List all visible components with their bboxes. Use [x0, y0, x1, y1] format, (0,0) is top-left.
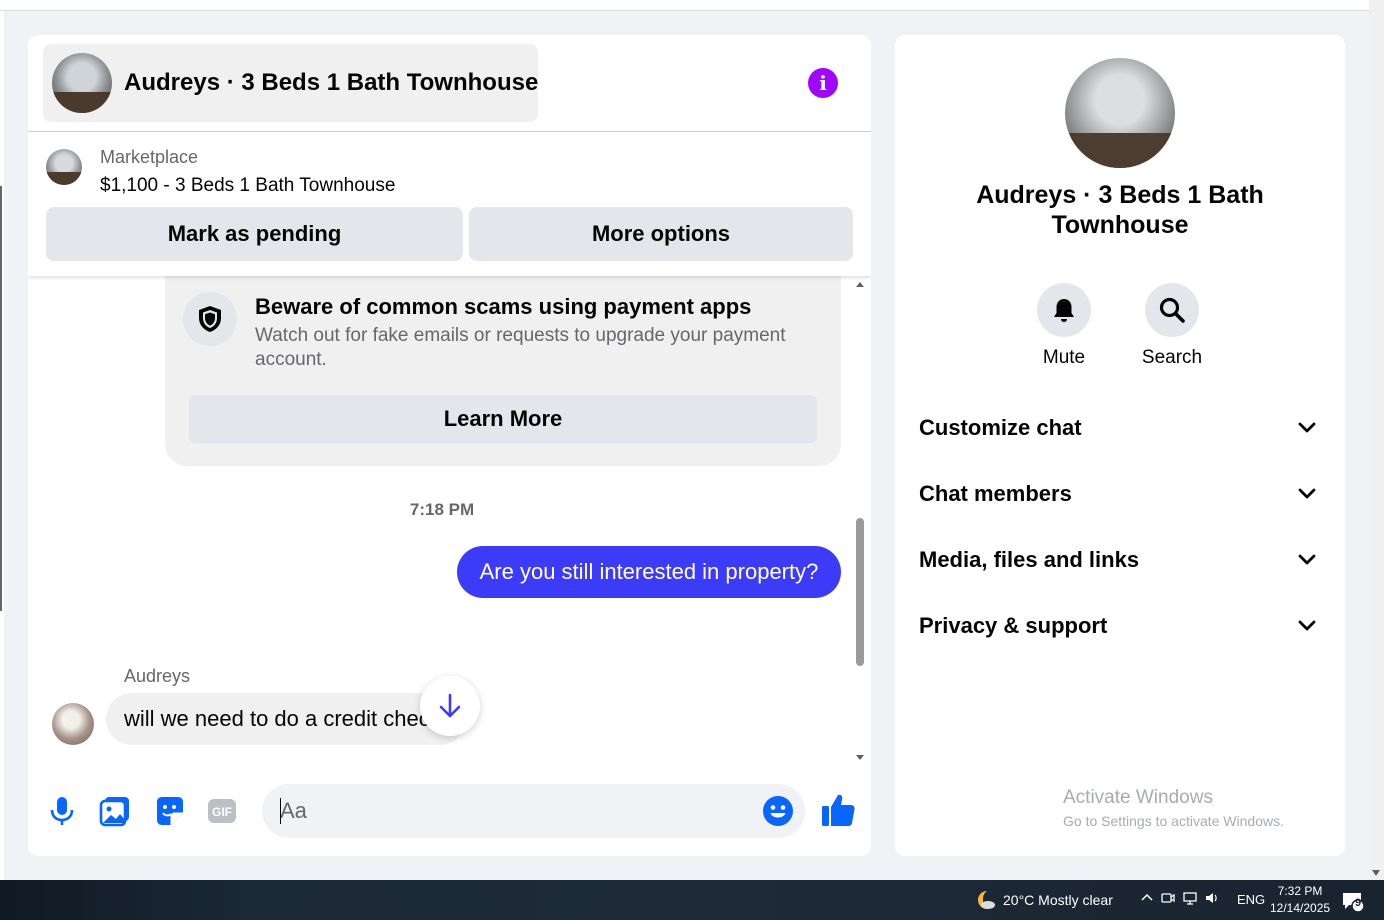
scam-warning-title: Beware of common scams using payment app… — [255, 294, 752, 319]
section-chat-members[interactable]: Chat members — [919, 474, 1321, 514]
notification-count: 9 — [1354, 897, 1362, 909]
moon-cloud-icon[interactable] — [972, 888, 996, 912]
browser-top-bar — [0, 0, 1369, 11]
scroll-to-bottom-button[interactable] — [420, 676, 480, 736]
scrollbar-thumb[interactable] — [856, 518, 864, 666]
scroll-down-arrow-icon[interactable] — [1372, 870, 1380, 876]
network-icon[interactable] — [1182, 891, 1198, 905]
scam-warning-card: Beware of common scams using payment app… — [165, 266, 841, 466]
sender-name: Audreys — [124, 666, 191, 686]
info-conversation-name: Audreys · 3 Beds 1 Bath Townhouse — [976, 181, 1264, 239]
mark-as-pending-button[interactable]: Mark as pending — [46, 207, 463, 261]
message-scrollbar[interactable] — [855, 276, 867, 766]
watermark-title: Activate Windows — [1063, 787, 1213, 808]
listing-card: Marketplace $1,100 - 3 Beds 1 Bath Townh… — [28, 132, 871, 276]
section-label: Chat members — [919, 481, 1072, 506]
weather-text[interactable]: 20°C Mostly clear — [1003, 892, 1113, 908]
conversation-header[interactable]: Audreys · 3 Beds 1 Bath Townhouse — [43, 44, 538, 122]
svg-text:GIF: GIF — [212, 805, 232, 819]
chevron-down-icon — [1298, 488, 1316, 499]
emoji-icon[interactable] — [762, 795, 794, 827]
scroll-up-arrow-icon[interactable] — [856, 282, 864, 287]
section-media-files-links[interactable]: Media, files and links — [919, 540, 1321, 580]
section-label: Customize chat — [919, 415, 1082, 440]
sender-avatar[interactable] — [52, 703, 94, 745]
text-caret — [280, 798, 281, 824]
gif-icon[interactable]: GIF — [205, 794, 239, 828]
incoming-message[interactable]: will we need to do a credit check — [106, 693, 466, 745]
section-privacy-support[interactable]: Privacy & support — [919, 606, 1321, 646]
search-icon — [1159, 297, 1185, 323]
info-icon[interactable]: i — [808, 68, 838, 98]
listing-source: Marketplace — [100, 147, 199, 167]
bell-icon — [1054, 299, 1074, 322]
mute-button[interactable] — [1037, 283, 1091, 337]
speaker-icon[interactable] — [1204, 891, 1220, 905]
search-action[interactable]: Search — [1137, 283, 1207, 369]
listing-price-title[interactable]: $1,100 - 3 Beds 1 Bath Townhouse — [100, 175, 395, 197]
clock-time: 7:32 PM — [1277, 884, 1323, 898]
left-edge-line — [0, 186, 2, 611]
conversation-info-panel: Audreys · 3 Beds 1 Bath Townhouse Mute S… — [895, 35, 1345, 856]
scroll-down-arrow-icon[interactable] — [856, 755, 864, 760]
sticker-icon[interactable] — [152, 794, 186, 828]
clock-date: 12/14/2025 — [1270, 901, 1331, 915]
arrow-down-icon — [439, 693, 461, 718]
windows-taskbar: 20°C Mostly clear ENG 7:32 PM 12/14/2025… — [0, 880, 1384, 920]
message-timestamp: 7:18 PM — [409, 500, 475, 519]
conversation-avatar — [52, 53, 112, 113]
more-options-button[interactable]: More options — [469, 207, 853, 261]
message-input[interactable] — [262, 784, 805, 838]
window-scrollbar[interactable] — [1369, 0, 1384, 880]
section-label: Media, files and links — [919, 547, 1140, 572]
scam-warning-body: Watch out for fake emails or requests to… — [255, 325, 786, 370]
notification-center-icon[interactable]: 9 — [1341, 890, 1365, 913]
section-label: Privacy & support — [919, 613, 1108, 638]
mute-action[interactable]: Mute — [1029, 283, 1099, 369]
message-list: Beware of common scams using payment app… — [28, 266, 871, 766]
info-avatar[interactable] — [1065, 58, 1175, 168]
microphone-icon[interactable] — [45, 794, 79, 828]
message-composer: GIF — [28, 784, 871, 840]
section-customize-chat[interactable]: Customize chat — [919, 408, 1321, 448]
meet-icon[interactable] — [1160, 891, 1176, 905]
chevron-up-icon[interactable] — [1140, 891, 1154, 905]
chevron-down-icon — [1298, 620, 1316, 631]
language-indicator[interactable]: ENG — [1237, 892, 1265, 907]
learn-more-button[interactable]: Learn More — [189, 395, 817, 443]
watermark-subtitle: Go to Settings to activate Windows. — [1063, 813, 1284, 829]
mute-label: Mute — [1042, 347, 1086, 368]
chevron-down-icon — [1298, 422, 1316, 433]
photo-gallery-icon[interactable] — [98, 794, 132, 828]
left-edge — [0, 11, 4, 880]
search-label: Search — [1141, 347, 1203, 368]
search-button[interactable] — [1145, 283, 1199, 337]
activate-windows-watermark: Activate Windows Go to Settings to activ… — [1063, 787, 1284, 829]
conversation-title: Audreys · 3 Beds 1 Bath Townhouse — [124, 69, 539, 96]
shield-icon — [183, 292, 237, 346]
thumbs-up-icon[interactable] — [820, 792, 856, 828]
chevron-down-icon — [1298, 554, 1316, 565]
clock[interactable]: 7:32 PM 12/14/2025 — [1270, 883, 1330, 917]
chat-panel: Audreys · 3 Beds 1 Bath Townhouse i Mark… — [28, 35, 871, 856]
listing-thumbnail[interactable] — [46, 149, 82, 185]
system-tray-icons[interactable] — [1140, 891, 1220, 908]
outgoing-message[interactable]: Are you still interested in property? — [457, 546, 841, 598]
